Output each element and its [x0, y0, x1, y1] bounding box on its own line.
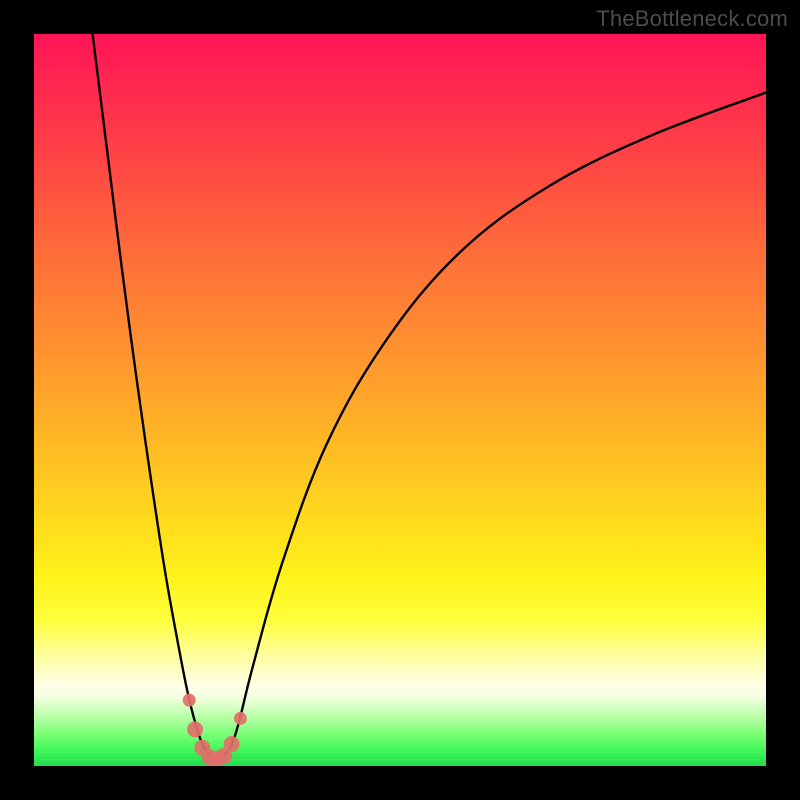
- curve-layer: [34, 34, 766, 766]
- curve-marker: [224, 736, 240, 752]
- curve-marker: [187, 721, 203, 737]
- chart-frame: TheBottleneck.com: [0, 0, 800, 800]
- curve-marker: [234, 712, 247, 725]
- curve-marker: [183, 694, 196, 707]
- bottleneck-curve: [93, 34, 766, 759]
- watermark-text: TheBottleneck.com: [596, 6, 788, 32]
- plot-area: [34, 34, 766, 766]
